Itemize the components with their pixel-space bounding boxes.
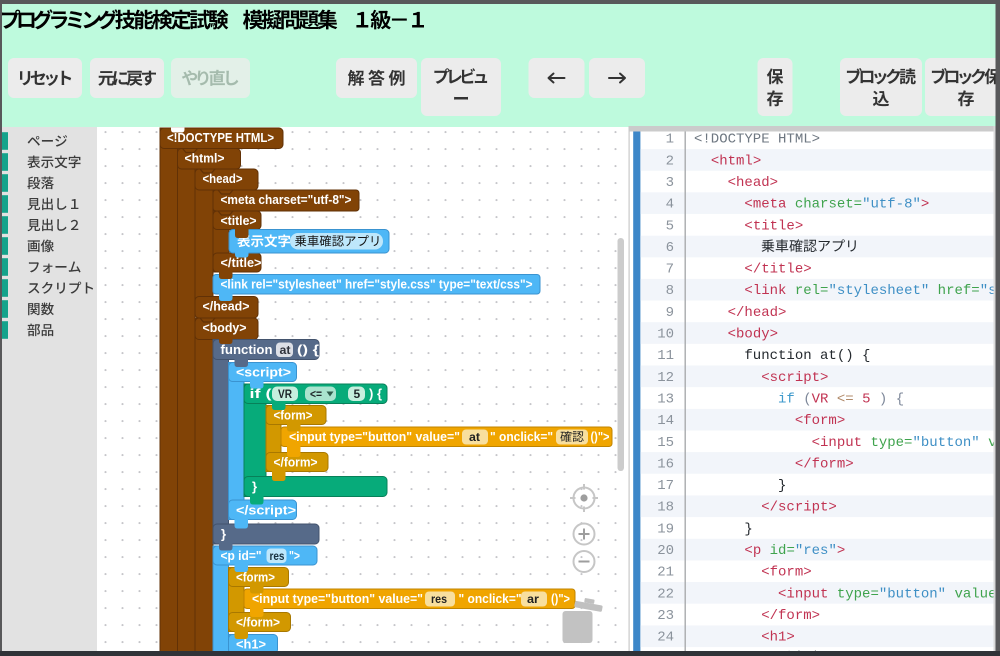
svg-text:12: 12 <box>657 370 674 386</box>
svg-text:15: 15 <box>657 435 674 451</box>
svg-text:21: 21 <box>657 565 674 581</box>
svg-text:</title>: </title> <box>694 262 812 278</box>
svg-text:<!DOCTYPE HTML>: <!DOCTYPE HTML> <box>694 132 820 148</box>
svg-text:}: } <box>694 478 786 494</box>
svg-text:res: res <box>431 592 447 606</box>
svg-text:</form>: </form> <box>694 456 854 472</box>
svg-text:4: 4 <box>666 197 674 213</box>
svg-text:<input type="button" value=": <input type="button" value=" <box>252 591 423 606</box>
svg-text:<script>: <script> <box>694 370 828 386</box>
svg-text:if (VR <= 5 ) {: if (VR <= 5 ) { <box>694 392 904 408</box>
svg-text:22: 22 <box>657 586 674 602</box>
svg-text:<link rel="stylesheet" href="s: <link rel="stylesheet" href="style <box>694 283 1000 299</box>
svg-text:at: at <box>469 430 480 444</box>
svg-text:13: 13 <box>657 392 674 408</box>
svg-text:<head>: <head> <box>694 175 778 191</box>
svg-text:10: 10 <box>657 327 674 343</box>
svg-text:VR: VR <box>278 387 292 401</box>
svg-text:1: 1 <box>666 132 674 148</box>
svg-text:<p id="res">: <p id="res"> <box>694 543 845 559</box>
svg-text:</script>: </script> <box>694 500 837 516</box>
svg-text:<link rel="stylesheet" href="s: <link rel="stylesheet" href="style.css" … <box>221 277 533 292</box>
svg-text:<title>: <title> <box>694 218 803 234</box>
svg-text:</form>: </form> <box>694 608 820 624</box>
svg-text:<h1>: <h1> <box>694 630 795 646</box>
svg-text:<meta charset="utf-8">: <meta charset="utf-8"> <box>694 197 929 213</box>
svg-text:23: 23 <box>657 608 674 624</box>
svg-text:<html>: <html> <box>694 153 761 169</box>
svg-text:20: 20 <box>657 543 674 559</box>
svg-text:" onclick=": " onclick=" <box>459 591 522 606</box>
svg-text:8: 8 <box>666 283 674 299</box>
svg-text:3: 3 <box>666 175 674 191</box>
svg-text:<!DOCTYPE HTML>: <!DOCTYPE HTML> <box>167 130 274 145</box>
svg-text:</head>: </head> <box>694 305 786 321</box>
svg-text:2: 2 <box>666 153 674 169</box>
svg-text:()">: ()"> <box>551 591 570 606</box>
svg-text:}: } <box>252 479 257 494</box>
svg-text:7: 7 <box>666 262 674 278</box>
svg-text:17: 17 <box>657 478 674 494</box>
svg-text:function: function <box>221 342 273 357</box>
svg-text:) {: ) { <box>369 386 382 401</box>
svg-text:16: 16 <box>657 456 674 472</box>
svg-text:}: } <box>221 527 226 542</box>
svg-text:14: 14 <box>657 413 674 429</box>
svg-text:19: 19 <box>657 521 674 537</box>
svg-text:}: } <box>694 521 753 537</box>
svg-text:() {: () { <box>297 342 319 357</box>
svg-text:">: "> <box>289 548 300 563</box>
svg-text:11: 11 <box>657 348 674 364</box>
svg-text:res: res <box>270 549 285 563</box>
svg-text:<=: <= <box>310 387 322 401</box>
svg-text:18: 18 <box>657 500 674 516</box>
svg-text:9: 9 <box>666 305 674 321</box>
svg-text:<body>: <body> <box>694 327 778 343</box>
svg-text:()">: ()"> <box>591 429 610 444</box>
svg-text:<input type="button" value=": <input type="button" value=" <box>694 586 1000 602</box>
svg-text:function at() {: function at() { <box>694 348 870 364</box>
svg-text:<form>: <form> <box>694 565 812 581</box>
svg-text:<meta charset="utf-8">: <meta charset="utf-8"> <box>221 192 352 207</box>
svg-text:</script>: </script> <box>236 503 296 518</box>
svg-text:<input type="button" valu: <input type="button" valu <box>694 435 1000 451</box>
svg-text:ar: ar <box>527 592 539 606</box>
svg-text:24: 24 <box>657 630 674 646</box>
svg-text:5: 5 <box>354 387 361 401</box>
svg-text:<input type="button" value=": <input type="button" value=" <box>289 429 460 444</box>
svg-text:<form>: <form> <box>694 413 845 429</box>
svg-text:at: at <box>280 343 291 357</box>
svg-text:6: 6 <box>666 240 674 256</box>
svg-text:5: 5 <box>666 218 674 234</box>
svg-text:" onclick=": " onclick=" <box>490 429 553 444</box>
